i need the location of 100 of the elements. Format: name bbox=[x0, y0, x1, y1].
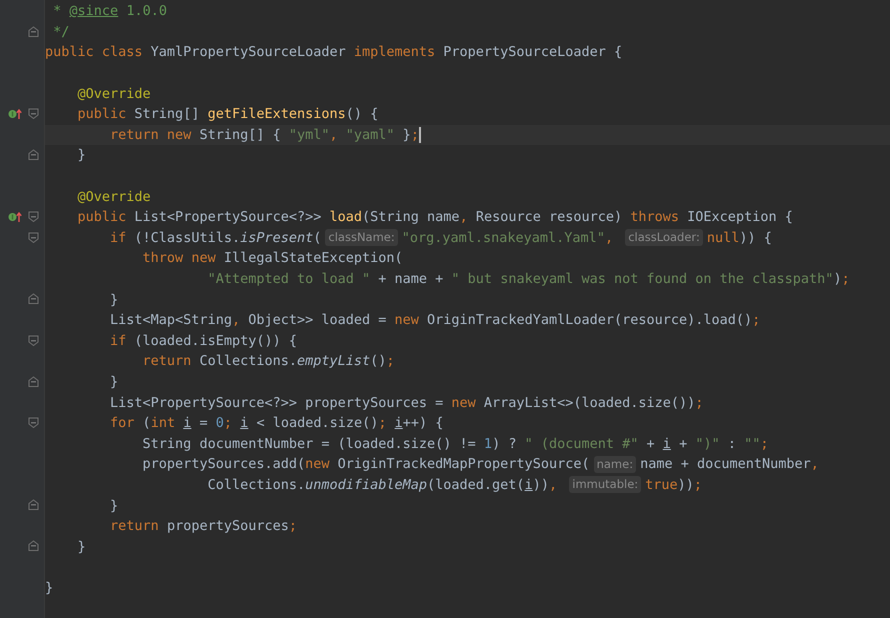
keyword: null bbox=[706, 230, 740, 246]
code-text: )) bbox=[678, 476, 694, 493]
keyword: ; bbox=[695, 394, 704, 411]
fold-icon[interactable] bbox=[28, 149, 39, 162]
fold-icon[interactable] bbox=[28, 210, 39, 223]
code-text: String documentNumber = (loaded.size() != bbox=[142, 436, 477, 452]
keyword: return bbox=[110, 518, 160, 534]
annotation: @Override bbox=[78, 188, 151, 205]
code-text: YamlPropertySourceLoader bbox=[150, 44, 347, 60]
code-text: List<PropertySource<?>> bbox=[134, 209, 322, 226]
doc-tag: @since bbox=[69, 3, 118, 20]
fold-icon[interactable] bbox=[28, 334, 39, 346]
implements-marker-icon[interactable] bbox=[8, 108, 22, 120]
parameter-hint: className: bbox=[325, 229, 398, 246]
keyword: , bbox=[548, 476, 558, 493]
loop-variable: i bbox=[662, 436, 671, 452]
keyword: ; bbox=[224, 415, 234, 432]
code-text: (loaded.get( bbox=[427, 476, 525, 493]
keyword: true bbox=[645, 476, 678, 493]
implements-marker-icon[interactable] bbox=[8, 210, 22, 223]
fold-icon[interactable] bbox=[28, 499, 39, 512]
keyword: int bbox=[150, 415, 176, 432]
string-literal: "" bbox=[744, 436, 760, 452]
keyword: ; bbox=[386, 353, 395, 370]
code-text: List<PropertySource<?>> propertySources = bbox=[110, 394, 444, 411]
string-literal: "org.yaml.snakeyaml.Yaml" bbox=[402, 230, 605, 246]
code-text: IllegalStateException( bbox=[224, 250, 403, 266]
keyword: ; bbox=[694, 476, 702, 493]
loop-variable: i bbox=[394, 415, 403, 432]
code-text: (loaded.isEmpty()) { bbox=[134, 332, 297, 349]
static-method-call: unmodifiableMap bbox=[305, 476, 428, 493]
keyword: , bbox=[604, 230, 614, 246]
code-text: Collections. bbox=[208, 476, 306, 493]
fold-icon[interactable] bbox=[28, 293, 39, 306]
code-text: String[] bbox=[134, 106, 200, 122]
string-literal: "yaml" bbox=[346, 126, 395, 143]
code-text: } bbox=[78, 147, 86, 164]
keyword: new bbox=[305, 456, 330, 472]
doc-comment: 1.0.0 bbox=[126, 3, 167, 20]
parameter-hint: classLoader: bbox=[625, 229, 703, 246]
keyword: new bbox=[451, 394, 477, 411]
code-text: < loaded.size() bbox=[256, 415, 378, 432]
code-text: : bbox=[728, 436, 737, 452]
fold-icon[interactable] bbox=[28, 376, 39, 388]
keyword: public bbox=[78, 209, 128, 226]
code-text: } bbox=[78, 538, 86, 555]
code-text: )) { bbox=[739, 230, 772, 246]
keyword: if bbox=[110, 332, 128, 349]
code-text: ArrayList<>(loaded.size()) bbox=[484, 394, 696, 411]
keyword: implements bbox=[354, 44, 436, 60]
static-method-call: emptyList bbox=[297, 353, 370, 370]
keyword: ; bbox=[410, 126, 419, 143]
keyword: , bbox=[232, 312, 242, 328]
code-text: + bbox=[679, 436, 688, 452]
doc-comment: */ bbox=[53, 24, 70, 40]
keyword: ; bbox=[760, 436, 769, 452]
keyword: public bbox=[78, 106, 128, 122]
keyword: ; bbox=[378, 415, 388, 432]
code-text: } bbox=[402, 126, 411, 143]
keyword: , bbox=[329, 126, 339, 143]
keyword: new bbox=[394, 312, 420, 328]
keyword: if bbox=[110, 230, 128, 246]
keyword: return new bbox=[110, 126, 192, 143]
code-text: ( bbox=[313, 230, 322, 246]
code-text: ) bbox=[833, 271, 842, 288]
string-literal: "yml" bbox=[288, 126, 330, 143]
fold-icon[interactable] bbox=[28, 416, 39, 429]
fold-icon[interactable] bbox=[28, 108, 39, 120]
string-literal: ")" bbox=[695, 436, 720, 452]
text-caret bbox=[418, 126, 421, 143]
doc-comment: * bbox=[53, 3, 62, 20]
keyword: , bbox=[460, 209, 469, 226]
keyword: throws bbox=[630, 209, 680, 226]
code-text: () { bbox=[346, 106, 378, 122]
code-text: = bbox=[199, 415, 209, 432]
code-text: } bbox=[110, 292, 118, 308]
code-text: PropertySourceLoader { bbox=[443, 44, 622, 60]
code-text: + bbox=[646, 436, 656, 452]
code-text: + name + bbox=[378, 271, 444, 288]
code-text: } bbox=[110, 498, 118, 514]
fold-icon[interactable] bbox=[28, 232, 39, 244]
code-text: (String name bbox=[362, 209, 460, 226]
code-text: IOException { bbox=[687, 209, 793, 226]
keyword: , bbox=[810, 456, 819, 472]
method-name: getFileExtensions bbox=[208, 106, 346, 122]
keyword: return bbox=[142, 353, 192, 370]
annotation: @Override bbox=[78, 86, 151, 102]
fold-icon[interactable] bbox=[28, 26, 39, 38]
method-name: load bbox=[330, 209, 362, 226]
parameter-hint: immutable: bbox=[569, 476, 642, 494]
keyword: ; bbox=[752, 312, 760, 328]
keyword: throw new bbox=[142, 250, 217, 266]
static-method-call: isPresent bbox=[240, 230, 314, 246]
code-text: (!ClassUtils. bbox=[134, 230, 240, 246]
keyword: public class bbox=[45, 44, 144, 60]
fold-icon[interactable] bbox=[28, 540, 39, 552]
keyword: ; bbox=[288, 518, 297, 534]
number-literal: 0 bbox=[216, 415, 224, 432]
code-text: propertySources bbox=[166, 518, 289, 534]
keyword: for bbox=[110, 415, 136, 432]
